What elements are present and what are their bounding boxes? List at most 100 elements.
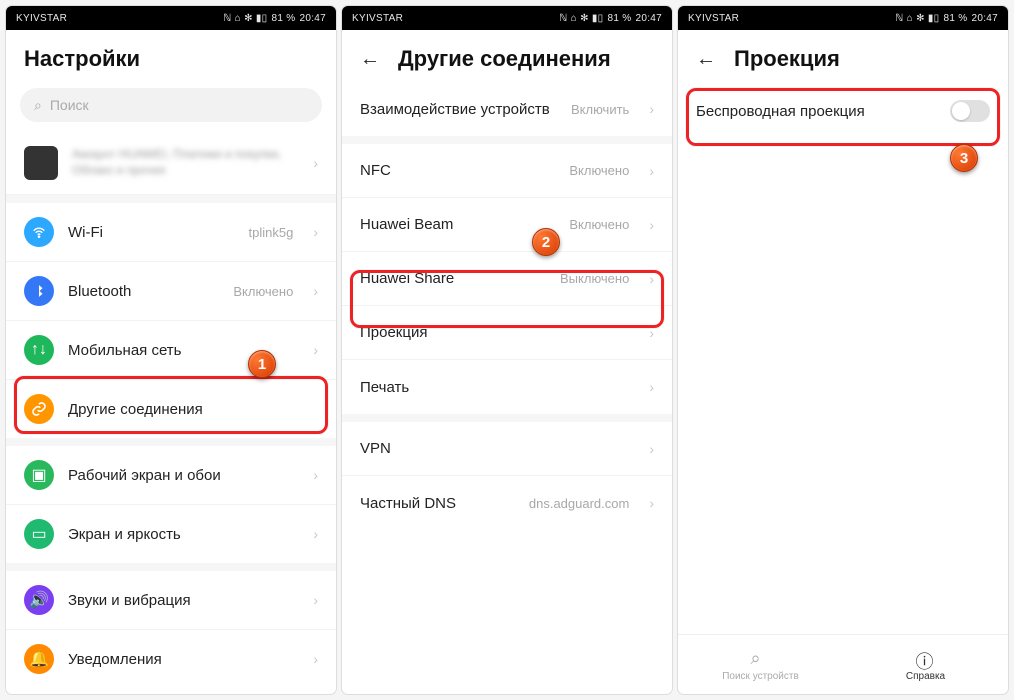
row-value: tplink5g: [249, 225, 294, 240]
bottom-search-devices[interactable]: ⌕ Поиск устройств: [678, 635, 843, 694]
row-bluetooth[interactable]: Bluetooth Включено ›: [6, 262, 336, 321]
wireless-projection-toggle[interactable]: [950, 100, 990, 122]
row-label: Bluetooth: [68, 283, 219, 300]
search-icon: ⌕: [751, 648, 771, 668]
chevron-right-icon: ›: [313, 467, 318, 483]
chevron-right-icon: ›: [313, 526, 318, 542]
header: Настройки: [6, 30, 336, 82]
bottombar: ⌕ Поиск устройств ⓘ Справка: [678, 634, 1008, 694]
bottom-label: Поиск устройств: [722, 671, 799, 682]
row-label: Частный DNS: [360, 495, 515, 512]
row-print[interactable]: Печать ›: [342, 360, 672, 414]
back-arrow-icon[interactable]: ←: [360, 48, 380, 71]
display-icon: ▭: [24, 519, 54, 549]
row-label: Беспроводная проекция: [696, 103, 936, 120]
chevron-right-icon: ›: [313, 592, 318, 608]
row-label: Уведомления: [68, 651, 299, 668]
chevron-right-icon: ›: [313, 283, 318, 299]
battery: 81 %: [607, 13, 631, 24]
row-label: Рабочий экран и обои: [68, 467, 299, 484]
row-label: Экран и яркость: [68, 526, 299, 543]
connections-list: Взаимодействие устройств Включить › NFC …: [342, 82, 672, 694]
row-label: NFC: [360, 162, 555, 179]
bluetooth-icon: [24, 276, 54, 306]
chevron-right-icon: ›: [649, 441, 654, 457]
clock: 20:47: [971, 13, 998, 24]
row-projection[interactable]: Проекция ›: [342, 306, 672, 360]
carrier: KYIVSTAR: [688, 13, 739, 24]
chevron-right-icon: ›: [313, 155, 318, 171]
info-icon: ⓘ: [916, 648, 936, 668]
row-value: dns.adguard.com: [529, 496, 629, 511]
search-placeholder: Поиск: [50, 97, 89, 113]
chevron-right-icon: ›: [313, 342, 318, 358]
link-icon: [24, 394, 54, 424]
avatar-icon: [24, 146, 58, 180]
row-label: Проекция: [360, 324, 635, 341]
row-label: Другие соединения: [68, 401, 318, 418]
status-icons: ℕ ⌂ ✻ ▮▯: [559, 13, 603, 24]
row-nfc[interactable]: NFC Включено ›: [342, 144, 672, 198]
row-label: Huawei Share: [360, 270, 546, 287]
chevron-right-icon: ›: [649, 101, 654, 117]
settings-list: Аккаунт HUAWEI, Платежи и покупки, Облак…: [6, 132, 336, 694]
account-row[interactable]: Аккаунт HUAWEI, Платежи и покупки, Облак…: [6, 132, 336, 195]
battery: 81 %: [943, 13, 967, 24]
battery: 81 %: [271, 13, 295, 24]
chevron-right-icon: ›: [649, 217, 654, 233]
chevron-right-icon: ›: [313, 651, 318, 667]
wifi-icon: [24, 217, 54, 247]
bottom-label: Справка: [906, 671, 945, 682]
carrier: KYIVSTAR: [352, 13, 403, 24]
sound-icon: 🔊: [24, 585, 54, 615]
row-vpn[interactable]: VPN ›: [342, 422, 672, 476]
statusbar: KYIVSTAR ℕ ⌂ ✻ ▮▯ 81 % 20:47: [678, 6, 1008, 30]
row-value: Включить: [571, 102, 629, 117]
row-label: Wi-Fi: [68, 224, 235, 241]
row-value: Выключено: [560, 271, 629, 286]
row-label: Huawei Beam: [360, 216, 555, 233]
status-icons: ℕ ⌂ ✻ ▮▯: [223, 13, 267, 24]
chevron-right-icon: ›: [649, 325, 654, 341]
row-other-connections[interactable]: Другие соединения: [6, 380, 336, 438]
panel-projection: KYIVSTAR ℕ ⌂ ✻ ▮▯ 81 % 20:47 ← Проекция …: [678, 6, 1008, 694]
panel-other-connections: KYIVSTAR ℕ ⌂ ✻ ▮▯ 81 % 20:47 ← Другие со…: [342, 6, 672, 694]
statusbar: KYIVSTAR ℕ ⌂ ✻ ▮▯ 81 % 20:47: [6, 6, 336, 30]
row-value: Включено: [569, 217, 629, 232]
row-value: Включено: [569, 163, 629, 178]
back-arrow-icon[interactable]: ←: [696, 48, 716, 71]
bottom-help[interactable]: ⓘ Справка: [843, 635, 1008, 694]
row-wallpaper[interactable]: ▣ Рабочий экран и обои ›: [6, 446, 336, 505]
search-input[interactable]: ⌕ Поиск: [20, 88, 322, 122]
row-value: Включено: [233, 284, 293, 299]
row-wifi[interactable]: Wi-Fi tplink5g ›: [6, 203, 336, 262]
status-right: ℕ ⌂ ✻ ▮▯ 81 % 20:47: [223, 13, 326, 24]
page-title: Настройки: [24, 46, 140, 72]
row-display[interactable]: ▭ Экран и яркость ›: [6, 505, 336, 563]
bell-icon: 🔔: [24, 644, 54, 674]
status-right: ℕ ⌂ ✻ ▮▯ 81 % 20:47: [559, 13, 662, 24]
row-wireless-projection[interactable]: Беспроводная проекция: [678, 82, 1008, 136]
row-label: Мобильная сеть: [68, 342, 299, 359]
chevron-right-icon: ›: [649, 495, 654, 511]
row-label: Звуки и вибрация: [68, 592, 299, 609]
row-mobile[interactable]: ↑↓ Мобильная сеть ›: [6, 321, 336, 380]
chevron-right-icon: ›: [649, 163, 654, 179]
row-sound[interactable]: 🔊 Звуки и вибрация ›: [6, 571, 336, 630]
carrier: KYIVSTAR: [16, 13, 67, 24]
row-huawei-share[interactable]: Huawei Share Выключено ›: [342, 252, 672, 306]
account-sub: Аккаунт HUAWEI, Платежи и покупки, Облак…: [72, 147, 299, 178]
header: ← Другие соединения: [342, 30, 672, 82]
row-label: Печать: [360, 379, 635, 396]
panel-settings: KYIVSTAR ℕ ⌂ ✻ ▮▯ 81 % 20:47 Настройки ⌕…: [6, 6, 336, 694]
status-icons: ℕ ⌂ ✻ ▮▯: [895, 13, 939, 24]
row-private-dns[interactable]: Частный DNS dns.adguard.com ›: [342, 476, 672, 530]
chevron-right-icon: ›: [649, 271, 654, 287]
row-huawei-beam[interactable]: Huawei Beam Включено ›: [342, 198, 672, 252]
chevron-right-icon: ›: [313, 224, 318, 240]
row-label: VPN: [360, 440, 635, 457]
row-notifications[interactable]: 🔔 Уведомления ›: [6, 630, 336, 688]
clock: 20:47: [635, 13, 662, 24]
statusbar: KYIVSTAR ℕ ⌂ ✻ ▮▯ 81 % 20:47: [342, 6, 672, 30]
row-device-interaction[interactable]: Взаимодействие устройств Включить ›: [342, 82, 672, 136]
